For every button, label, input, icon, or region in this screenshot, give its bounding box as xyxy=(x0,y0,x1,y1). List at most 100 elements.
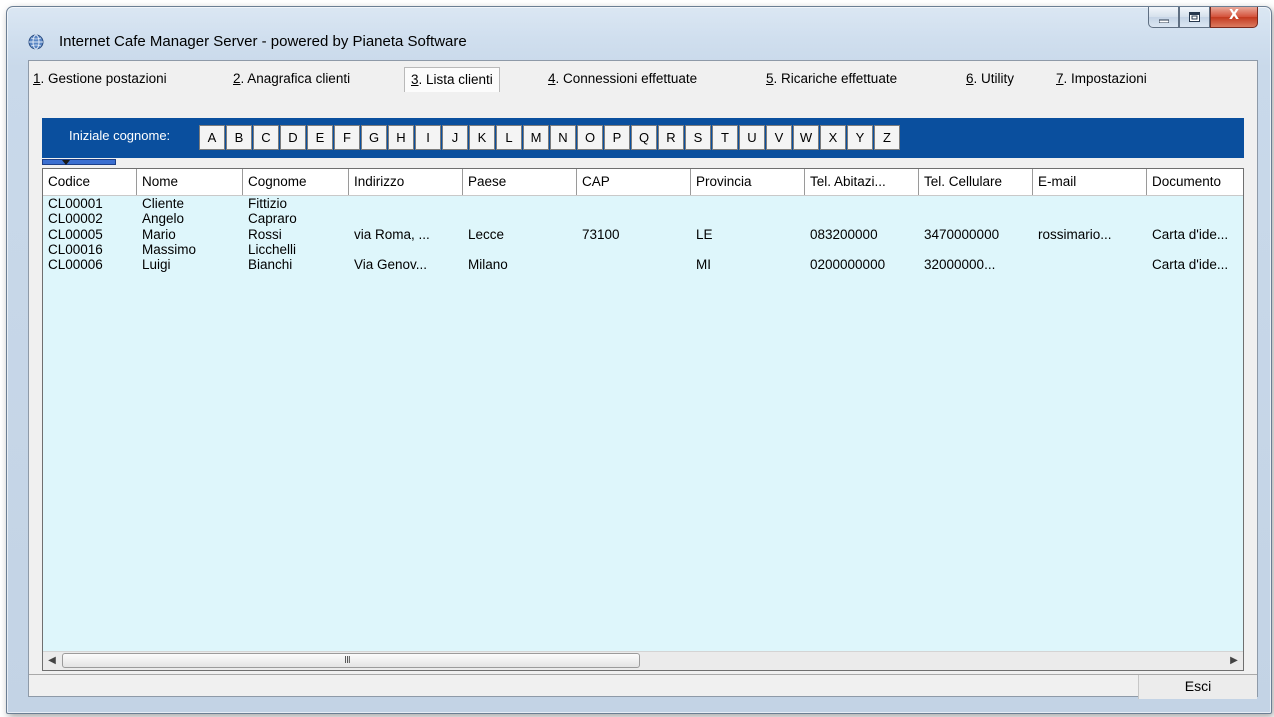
table-cell: rossimario... xyxy=(1038,226,1112,242)
table-row[interactable]: CL00002 Angelo Capraro xyxy=(43,211,1243,227)
table-cell xyxy=(805,242,919,258)
table-cell: 083200000 xyxy=(810,226,878,242)
letter-button-x[interactable]: X xyxy=(820,125,846,150)
letter-button-d[interactable]: D xyxy=(280,125,306,150)
exit-button[interactable]: Esci xyxy=(1138,675,1257,699)
tab-connessioni-effettuate[interactable]: 4. Connessioni effettuate xyxy=(548,71,697,86)
close-button[interactable]: X xyxy=(1210,7,1258,28)
letter-button-q[interactable]: Q xyxy=(631,125,657,150)
table-cell: Cliente xyxy=(142,196,185,211)
main-window: Internet Cafe Manager Server - powered b… xyxy=(6,6,1272,714)
app-globe-icon xyxy=(28,34,44,50)
table-row[interactable]: CL00005 Mario Rossi via Roma, ... Lecce 73100… xyxy=(43,227,1243,243)
maximize-button[interactable] xyxy=(1179,7,1210,28)
letter-button-n[interactable]: N xyxy=(550,125,576,150)
column-header[interactable]: Tel. Cellulare xyxy=(919,169,1033,195)
letter-button-v[interactable]: V xyxy=(766,125,792,150)
letter-button-i[interactable]: I xyxy=(415,125,441,150)
table-cell: MI xyxy=(696,257,711,273)
table-cell: CL00002 xyxy=(48,211,103,227)
table-cell xyxy=(1033,257,1147,273)
letter-button-f[interactable]: F xyxy=(334,125,360,150)
table-header: Codice Nome Cognome Indirizzo Paese CAP Provin… xyxy=(43,169,1243,196)
table-cell xyxy=(919,242,1033,258)
table-cell xyxy=(691,196,805,212)
tab-utility[interactable]: 6. Utility xyxy=(966,71,1014,86)
table-cell: 3470000000 xyxy=(924,226,1000,242)
table-cell xyxy=(349,196,463,212)
column-header[interactable]: Indirizzo xyxy=(349,169,463,195)
column-header[interactable]: Provincia xyxy=(691,169,805,195)
letter-button-z[interactable]: Z xyxy=(874,125,900,150)
maximize-icon xyxy=(1180,11,1209,25)
table-cell: Milano xyxy=(468,257,508,273)
column-header[interactable]: E-mail xyxy=(1033,169,1147,195)
tab-hotkey: 6 xyxy=(966,71,974,86)
title-bar[interactable]: Internet Cafe Manager Server - powered b… xyxy=(7,7,1271,55)
letter-button-y[interactable]: Y xyxy=(847,125,873,150)
minimize-button[interactable] xyxy=(1148,7,1179,28)
column-header[interactable]: Tel. Abitazi... xyxy=(805,169,919,195)
table-cell xyxy=(691,242,805,258)
table-cell xyxy=(1147,211,1242,227)
letter-button-u[interactable]: U xyxy=(739,125,765,150)
close-icon: X xyxy=(1228,8,1240,23)
letter-button-w[interactable]: W xyxy=(793,125,819,150)
tab-impostazioni[interactable]: 7. Impostazioni xyxy=(1056,71,1147,86)
table-cell xyxy=(577,196,691,212)
letter-button-l[interactable]: L xyxy=(496,125,522,150)
scrollbar-thumb[interactable]: III xyxy=(62,653,640,668)
tab-anagrafica-clienti[interactable]: 2. Anagrafica clienti xyxy=(233,71,350,86)
letter-button-j[interactable]: J xyxy=(442,125,468,150)
letter-button-e[interactable]: E xyxy=(307,125,333,150)
letter-button-b[interactable]: B xyxy=(226,125,252,150)
table-cell: Licchelli xyxy=(248,241,297,257)
tab-label: . Anagrafica clienti xyxy=(240,71,351,86)
tab-label: . Gestione postazioni xyxy=(40,71,167,86)
scroll-left-icon[interactable]: ◀ xyxy=(43,652,61,670)
letter-button-o[interactable]: O xyxy=(577,125,603,150)
column-header[interactable]: Codice xyxy=(43,169,137,195)
tab-ricariche-effettuate[interactable]: 5. Ricariche effettuate xyxy=(766,71,897,86)
splitter-arrow-icon xyxy=(62,160,70,165)
column-header[interactable]: Nome xyxy=(137,169,243,195)
letter-button-h[interactable]: H xyxy=(388,125,414,150)
letter-button-g[interactable]: G xyxy=(361,125,387,150)
table-cell xyxy=(463,196,577,212)
table-cell: Capraro xyxy=(248,211,297,227)
table-cell: LE xyxy=(696,226,713,242)
tab-lista-clienti[interactable]: 3. Lista clienti xyxy=(404,67,500,92)
table-row[interactable]: CL00006 Luigi Bianchi Via Genov... Milano MI 0… xyxy=(43,257,1243,273)
table-cell: 73100 xyxy=(582,226,620,242)
tab-hotkey: 4 xyxy=(548,71,556,86)
tab-label: . Impostazioni xyxy=(1063,71,1147,86)
column-header[interactable]: Documento xyxy=(1147,169,1242,195)
scroll-right-icon[interactable]: ▶ xyxy=(1225,652,1243,670)
letter-button-k[interactable]: K xyxy=(469,125,495,150)
table-row[interactable]: CL00001 Cliente Fittizio xyxy=(43,196,1243,212)
table-cell: Rossi xyxy=(248,226,282,242)
clients-table[interactable]: Codice Nome Cognome Indirizzo Paese CAP Provin… xyxy=(42,168,1244,671)
tab-hotkey: 3 xyxy=(411,72,419,87)
column-header[interactable]: Paese xyxy=(463,169,577,195)
table-cell xyxy=(463,211,577,227)
letter-button-s[interactable]: S xyxy=(685,125,711,150)
letter-button-c[interactable]: C xyxy=(253,125,279,150)
letter-button-p[interactable]: P xyxy=(604,125,630,150)
horizontal-scrollbar[interactable]: ◀ III ▶ xyxy=(43,651,1243,670)
table-cell: CL00005 xyxy=(48,226,103,242)
column-header[interactable]: CAP xyxy=(577,169,691,195)
letter-button-a[interactable]: A xyxy=(199,125,225,150)
column-header[interactable]: Cognome xyxy=(243,169,349,195)
panel-splitter[interactable] xyxy=(42,159,116,165)
client-area: 1. Gestione postazioni 2. Anagrafica cli… xyxy=(28,60,1258,699)
table-cell xyxy=(1033,211,1147,227)
letter-buttons: ABCDEFGHIJKLMNOPQRSTUVWXYZ xyxy=(199,125,901,150)
table-row[interactable]: CL00016 Massimo Licchelli xyxy=(43,242,1243,258)
letter-button-t[interactable]: T xyxy=(712,125,738,150)
letter-button-m[interactable]: M xyxy=(523,125,549,150)
letter-button-r[interactable]: R xyxy=(658,125,684,150)
table-cell: 32000000... xyxy=(924,257,996,273)
scrollbar-grip-icon: III xyxy=(344,655,351,666)
tab-gestione-postazioni[interactable]: 1. Gestione postazioni xyxy=(33,71,167,86)
